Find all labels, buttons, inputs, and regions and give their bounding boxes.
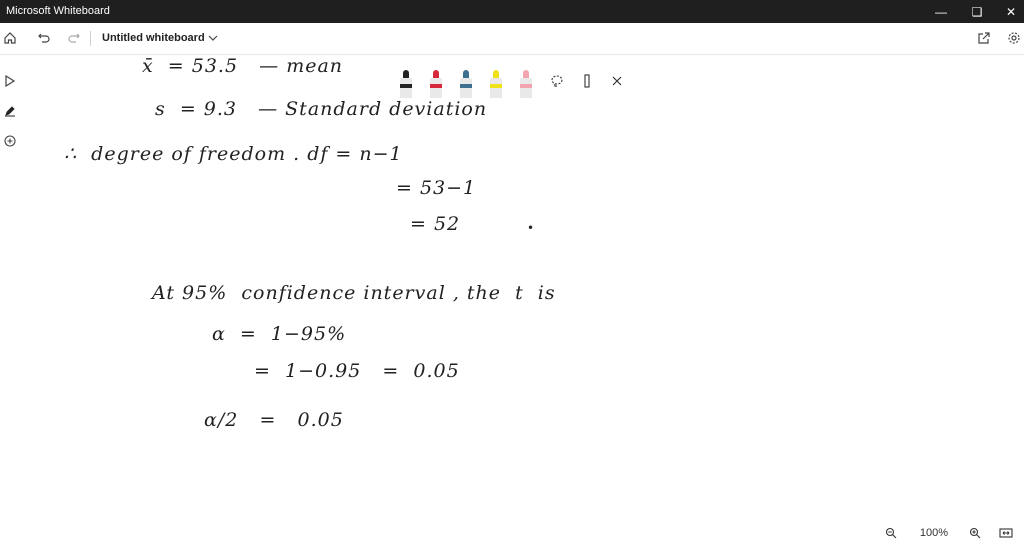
red-pen[interactable] [430, 70, 442, 98]
undo-icon [38, 33, 50, 43]
close-icon: ✕ [1005, 4, 1017, 19]
redo-button[interactable] [64, 28, 84, 48]
ink-line-df-step2: = 52 [410, 213, 461, 235]
lasso-button[interactable] [548, 72, 566, 90]
share-icon [978, 32, 990, 44]
minimize-button[interactable]: — [924, 0, 958, 23]
settings-button[interactable] [1004, 28, 1024, 48]
ink-line-df-step1: = 53−1 [396, 177, 477, 199]
document-title[interactable]: Untitled whiteboard [102, 32, 205, 44]
eraser[interactable] [520, 70, 532, 98]
ruler-button[interactable] [578, 72, 596, 90]
whiteboard-canvas[interactable]: x̄ = 53.5 — mean s = 9.3 — Standard devi… [0, 55, 1024, 544]
share-button[interactable] [974, 28, 994, 48]
redo-icon [68, 33, 80, 43]
restore-icon: ❑ [971, 4, 983, 19]
app-toolbar: Untitled whiteboard [0, 23, 1024, 55]
title-dropdown-button[interactable] [203, 28, 223, 48]
settings-icon [1008, 32, 1020, 44]
undo-button[interactable] [34, 28, 54, 48]
zoom-out-icon [885, 527, 897, 539]
app-title: Microsoft Whiteboard [6, 5, 110, 17]
highlighter-yellow[interactable] [490, 70, 502, 98]
blue-pen[interactable] [460, 70, 472, 98]
ink-line-mean: x̄ = 53.5 — mean [142, 55, 344, 77]
ruler-icon [584, 74, 590, 88]
close-button[interactable]: ✕ [994, 0, 1024, 23]
fit-screen-icon [999, 528, 1013, 538]
ink-line-std-dev: s = 9.3 — Standard deviation [155, 98, 488, 120]
ink-line-confidence-interval: At 95% confidence interval , the t is [152, 282, 556, 304]
pen-tray [390, 62, 632, 100]
zoom-in-icon [969, 527, 981, 539]
zoom-in-button[interactable] [966, 524, 984, 542]
ink-dot: • [527, 221, 536, 235]
title-bar: Microsoft Whiteboard — ❑ ✕ [0, 0, 1024, 23]
black-pen[interactable] [400, 70, 412, 98]
home-button[interactable] [0, 28, 20, 48]
home-icon [4, 32, 16, 44]
zoom-out-button[interactable] [882, 524, 900, 542]
lasso-icon [551, 75, 563, 87]
close-tray-button[interactable] [608, 72, 626, 90]
toolbar-separator [90, 31, 91, 46]
close-icon [612, 76, 622, 86]
ink-line-alpha-half: α/2 = 0.05 [204, 409, 344, 431]
restore-button[interactable]: ❑ [960, 0, 994, 23]
ink-line-degree-of-freedom: ∴ degree of freedom . df = n−1 [64, 143, 403, 165]
minimize-icon: — [935, 4, 947, 19]
chevron-down-icon [208, 35, 218, 41]
zoom-level[interactable]: 100% [914, 524, 954, 542]
fit-screen-button[interactable] [996, 524, 1016, 542]
ink-line-alpha-step: = 1−0.95 = 0.05 [254, 360, 460, 382]
zoom-controls: 100% [874, 522, 1024, 544]
ink-line-alpha: α = 1−95% [212, 323, 347, 345]
